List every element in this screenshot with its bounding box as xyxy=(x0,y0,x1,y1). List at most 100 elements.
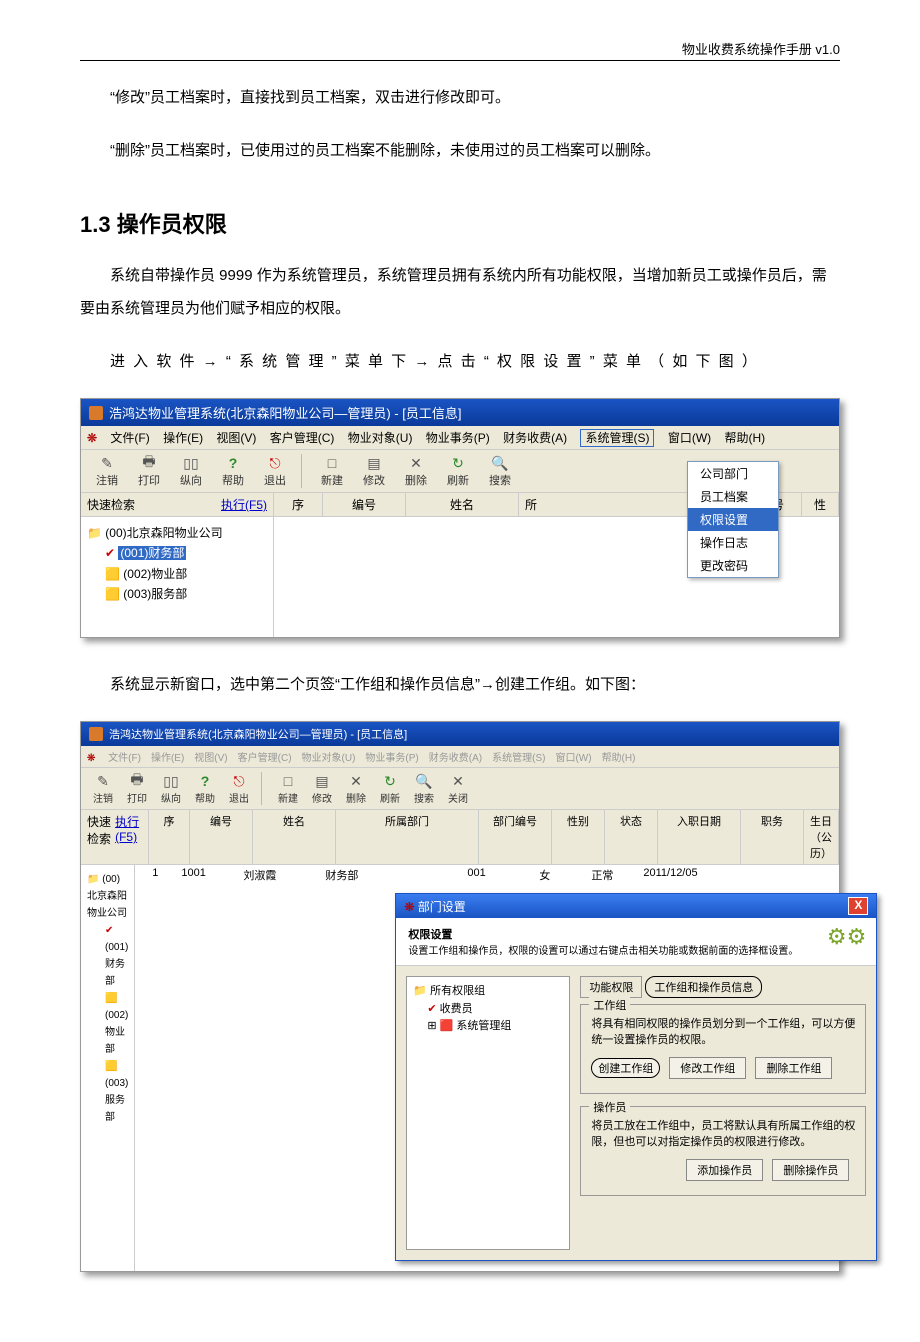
col-seq: 序 xyxy=(274,493,323,516)
menu-affair[interactable]: 物业事务(P) xyxy=(426,431,490,445)
para-delete: “删除”员工档案时，已使用过的员工档案不能删除，未使用过的员工档案可以删除。 xyxy=(80,134,840,167)
exit-icon: ⎋ xyxy=(265,454,285,472)
tree-finance-2[interactable]: (001)财务部 xyxy=(105,942,128,987)
tree-service-2[interactable]: (003)服务部 xyxy=(105,1078,128,1123)
tree-finance[interactable]: (001)财务部 xyxy=(118,546,186,560)
tb-delete[interactable]: ✕删除 xyxy=(396,454,436,488)
tb-logout[interactable]: ✎注销 xyxy=(87,454,127,488)
btn-edit-group[interactable]: 修改工作组 xyxy=(669,1057,746,1079)
page-header: 物业收费系统操作手册 v1.0 xyxy=(682,39,840,58)
tb-exit[interactable]: ⎋退出 xyxy=(255,454,295,488)
menu-permission[interactable]: 权限设置 xyxy=(688,508,778,531)
app-icon xyxy=(89,727,103,741)
btn-delete-operator[interactable]: 删除操作员 xyxy=(772,1159,849,1181)
section-heading: 1.3 操作员权限 xyxy=(80,207,840,239)
col-sex: 性 xyxy=(802,493,839,516)
perm-group-tree[interactable]: 📁 所有权限组 ✔ 收费员 ⊞ 🟥 系统管理组 xyxy=(406,976,570,1250)
screenshot-1: 浩鸿达物业管理系统(北京森阳物业公司—管理员) - [员工信息] ❊ 文件(F)… xyxy=(80,398,840,638)
workgroup-desc: 将具有相同权限的操作员划分到一个工作组，可以方便统一设置操作员的权限。 xyxy=(591,1015,855,1047)
tree-root[interactable]: (00)北京森阳物业公司 xyxy=(87,523,267,543)
fieldset-workgroup: 工作组 将具有相同权限的操作员划分到一个工作组，可以方便统一设置操作员的权限。 … xyxy=(580,1004,866,1094)
btn-add-operator[interactable]: 添加操作员 xyxy=(686,1159,763,1181)
screenshot-2: 浩鸿达物业管理系统(北京森阳物业公司—管理员) - [员工信息] ❊ 文件(F)… xyxy=(80,721,840,1272)
tb-new[interactable]: □新建 xyxy=(272,772,304,805)
exec-link[interactable]: 执行(F5) xyxy=(221,496,267,513)
dept-tree[interactable]: (00)北京森阳物业公司 (001)财务部 (002)物业部 (003)服务部 xyxy=(81,517,274,637)
legend-workgroup: 工作组 xyxy=(589,997,630,1013)
window-titlebar-2: 浩鸿达物业管理系统(北京森阳物业公司—管理员) - [员工信息] xyxy=(81,722,839,746)
portrait-icon: ▯▯ xyxy=(181,454,201,472)
menu-customer[interactable]: 客户管理(C) xyxy=(270,431,335,445)
tb-logout[interactable]: ✎注销 xyxy=(87,772,119,805)
dept-settings-dialog: ❊ 部门设置 X 权限设置 设置工作组和操作员，权限的设置可以通过右键点击相关功… xyxy=(395,893,877,1261)
tb-refresh[interactable]: ↻刷新 xyxy=(438,454,478,488)
tb-delete[interactable]: ✕删除 xyxy=(340,772,372,805)
quick-search-label: 快速检索 xyxy=(87,496,135,513)
menu-log[interactable]: 操作日志 xyxy=(688,531,778,554)
menu-system[interactable]: 系统管理(S) xyxy=(580,429,654,447)
dialog-tabs: 功能权限 工作组和操作员信息 xyxy=(580,976,866,998)
tb-print[interactable]: 🖶打印 xyxy=(121,772,153,805)
menu-dept[interactable]: 公司部门 xyxy=(688,462,778,485)
menu-help[interactable]: 帮助(H) xyxy=(725,431,766,445)
menu-employee[interactable]: 员工档案 xyxy=(688,485,778,508)
para-steps: 进 入 软 件 → “ 系 统 管 理 ” 菜 单 下 → 点 击 “ 权 限 … xyxy=(80,345,840,378)
tb-help[interactable]: ?帮助 xyxy=(213,454,253,488)
tb-edit[interactable]: ▤修改 xyxy=(354,454,394,488)
search-icon: 🔍 xyxy=(490,454,510,472)
tb-search[interactable]: 🔍搜索 xyxy=(480,454,520,488)
refresh-icon: ↻ xyxy=(448,454,468,472)
window-title-2: 浩鸿达物业管理系统(北京森阳物业公司—管理员) - [员工信息] xyxy=(109,726,407,742)
tb-help[interactable]: ?帮助 xyxy=(189,772,221,805)
menu-bar-2[interactable]: ❊ 文件(F)操作(E)视图(V)客户管理(C)物业对象(U)物业事务(P)财务… xyxy=(81,746,839,768)
quick-search-2: 快速检索执行(F5) xyxy=(81,810,149,864)
col-name: 姓名 xyxy=(406,493,519,516)
close-icon[interactable]: X xyxy=(848,897,868,915)
perm-cashier[interactable]: 收费员 xyxy=(440,1003,473,1015)
new-icon: □ xyxy=(322,454,342,472)
btn-delete-group[interactable]: 删除工作组 xyxy=(755,1057,832,1079)
fieldset-operator: 操作员 将员工放在工作组中，员工将默认具有所属工作组的权限，但也可以对指定操作员… xyxy=(580,1106,866,1196)
tb-edit[interactable]: ▤修改 xyxy=(306,772,338,805)
table-row[interactable]: 1 1001 刘淑霞 财务部 001 女 正常 2011/12/05 xyxy=(135,865,877,885)
tb-search[interactable]: 🔍搜索 xyxy=(408,772,440,805)
exec-link-2[interactable]: 执行(F5) xyxy=(115,813,142,861)
menu-view[interactable]: 视图(V) xyxy=(216,431,256,445)
menu-finance[interactable]: 财务收费(A) xyxy=(503,431,567,445)
btn-create-group[interactable]: 创建工作组 xyxy=(591,1058,660,1078)
menu-password[interactable]: 更改密码 xyxy=(688,554,778,577)
tree-root-2[interactable]: (00)北京森阳物业公司 xyxy=(87,871,128,922)
menu-object[interactable]: 物业对象(U) xyxy=(348,431,413,445)
tree-property[interactable]: (002)物业部 xyxy=(123,567,187,581)
legend-operator: 操作员 xyxy=(589,1099,630,1115)
tb-portrait[interactable]: ▯▯纵向 xyxy=(155,772,187,805)
tab-workgroup[interactable]: 工作组和操作员信息 xyxy=(645,976,762,998)
menu-window[interactable]: 窗口(W) xyxy=(668,431,711,445)
tree-property-2[interactable]: (002)物业部 xyxy=(105,1010,128,1055)
print-icon: 🖶 xyxy=(139,454,159,472)
menu-bar[interactable]: ❊ 文件(F) 操作(E) 视图(V) 客户管理(C) 物业对象(U) 物业事务… xyxy=(81,426,839,450)
menu-file[interactable]: 文件(F) xyxy=(110,431,149,445)
dept-tree-2[interactable]: (00)北京森阳物业公司 (001)财务部 (002)物业部 (003)服务部 xyxy=(81,865,135,1271)
col-id: 编号 xyxy=(323,493,406,516)
dialog-heading: 权限设置 xyxy=(408,929,452,941)
perm-root[interactable]: 所有权限组 xyxy=(430,985,485,997)
app-icon xyxy=(89,406,103,420)
tb-portrait[interactable]: ▯▯纵向 xyxy=(171,454,211,488)
tb-close[interactable]: ✕关闭 xyxy=(442,772,474,805)
tb-new[interactable]: □新建 xyxy=(312,454,352,488)
perm-admin[interactable]: 系统管理组 xyxy=(456,1020,511,1032)
operator-desc: 将员工放在工作组中，员工将默认具有所属工作组的权限，但也可以对指定操作员的权限进… xyxy=(591,1117,855,1149)
tree-service[interactable]: (003)服务部 xyxy=(123,587,187,601)
tab-function-perm[interactable]: 功能权限 xyxy=(580,976,642,998)
menu-operate[interactable]: 操作(E) xyxy=(163,431,203,445)
tb-exit[interactable]: ⎋退出 xyxy=(223,772,255,805)
para-intro: 系统自带操作员 9999 作为系统管理员，系统管理员拥有系统内所有功能权限，当增… xyxy=(80,259,840,325)
edit-icon: ▤ xyxy=(364,454,384,472)
tb-print[interactable]: 🖶打印 xyxy=(129,454,169,488)
system-menu-popup[interactable]: 公司部门 员工档案 权限设置 操作日志 更改密码 xyxy=(687,461,779,578)
tb-refresh[interactable]: ↻刷新 xyxy=(374,772,406,805)
gear-icon: ⚙⚙ xyxy=(827,924,866,950)
help-icon: ? xyxy=(223,454,243,472)
window-titlebar: 浩鸿达物业管理系统(北京森阳物业公司—管理员) - [员工信息] xyxy=(81,399,839,426)
